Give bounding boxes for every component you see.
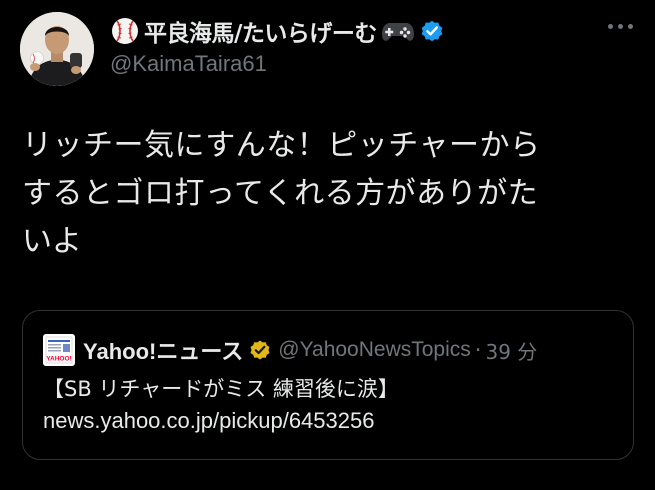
quoted-author-handle[interactable]: @YahooNewsTopics (278, 338, 471, 362)
yahoo-news-logo[interactable]: YAHOO! (43, 334, 75, 366)
game-controller-icon (381, 16, 415, 46)
tweet: 平良海馬/たいらげーむ @KaimaTaira61 リッチー気にすんな！ピッチャ… (0, 0, 655, 490)
quoted-headline: 【SB リチャードがミス 練習後に涙】 (43, 377, 399, 401)
more-dot (618, 24, 623, 29)
quoted-tweet-card[interactable]: YAHOO! Yahoo!ニュース @YahooNewsTopics · 39 … (22, 310, 634, 460)
quoted-link[interactable]: news.yahoo.co.jp/pickup/6453256 (43, 405, 399, 437)
quoted-tweet-text: 【SB リチャードがミス 練習後に涙】 news.yahoo.co.jp/pic… (43, 373, 399, 437)
more-options-icon[interactable] (608, 24, 633, 29)
tweet-text-line: いよ (22, 224, 83, 259)
tweet-text-line: リッチー気にすんな！ピッチャーから (22, 128, 541, 163)
tweet-header: 平良海馬/たいらげーむ @KaimaTaira61 (110, 14, 615, 77)
yahoo-logo-text: YAHOO! (46, 356, 71, 363)
quoted-tweet-time[interactable]: 39 分 (485, 336, 537, 365)
separator-dot: · (474, 338, 482, 362)
baseball-icon (110, 16, 140, 46)
tweet-text-line: するとゴロ打ってくれる方がありがた (22, 176, 539, 211)
author-name-row[interactable]: 平良海馬/たいらげーむ (110, 14, 615, 48)
tweet-text: リッチー気にすんな！ピッチャーから するとゴロ打ってくれる方がありがた いよ (22, 122, 632, 266)
verified-badge-icon[interactable] (419, 18, 445, 44)
author-avatar[interactable] (20, 12, 94, 86)
author-handle[interactable]: @KaimaTaira61 (110, 51, 615, 77)
author-display-name[interactable]: 平良海馬/たいらげーむ (144, 14, 377, 48)
gold-verified-badge-icon[interactable] (248, 338, 272, 362)
quoted-author-name[interactable]: Yahoo!ニュース (83, 334, 243, 366)
more-dot (608, 24, 613, 29)
more-dot (628, 24, 633, 29)
quoted-tweet-header: YAHOO! Yahoo!ニュース @YahooNewsTopics · 39 … (43, 333, 537, 367)
